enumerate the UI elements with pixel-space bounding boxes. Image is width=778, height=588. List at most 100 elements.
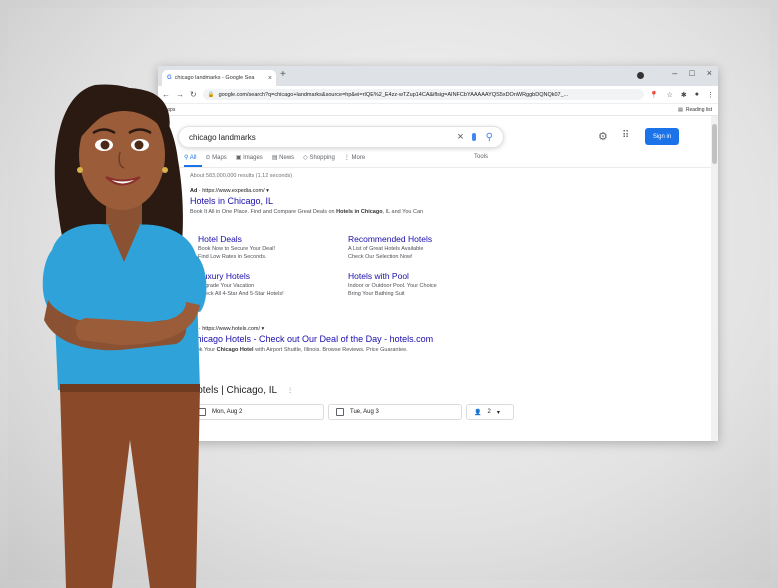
tab-maps-label: Maps	[212, 155, 227, 161]
search-icon[interactable]: ⚲	[486, 132, 493, 143]
tab-shopping-label: Shopping	[309, 155, 335, 161]
tabs-divider	[178, 167, 711, 168]
tab-shopping[interactable]: ◇ Shopping	[303, 154, 335, 161]
ad-label: Ad	[190, 326, 198, 332]
sitelink-line: Upgrade Your Vacation	[198, 283, 255, 289]
clear-search-icon[interactable]: ×	[457, 131, 463, 143]
ad-label: Ad	[190, 188, 198, 194]
ad-title-link[interactable]: Hotels in Chicago, IL	[190, 196, 690, 206]
guests-selector[interactable]: 👤 2 ▾	[466, 404, 514, 420]
tab-more[interactable]: ⋮ More	[344, 154, 365, 161]
ad-sitelinks: Hotel Deals Book Now to Secure Your Deal…	[198, 234, 578, 297]
check-out-date-picker[interactable]: Tue, Aug 3	[328, 404, 462, 420]
url-text: google.com/search?q=chicago+landmarks&so…	[218, 91, 569, 98]
scrollbar-thumb[interactable]	[712, 124, 717, 164]
tab-all-label: All	[189, 155, 197, 161]
ad-desc-text: Book Your	[190, 347, 217, 353]
search-tabs: ⚲ All ⊙ Maps ▣ Images ▤ News ◇ Shopping …	[184, 154, 365, 161]
ad-title-link[interactable]: Chicago Hotels - Check out Our Deal of t…	[190, 334, 690, 344]
google-apps-grid-icon[interactable]: ⠿	[622, 130, 629, 141]
ad-description: Book It All in One Place. Find and Compa…	[190, 209, 690, 215]
reading-list-button[interactable]: ▤ Reading list	[678, 107, 712, 113]
ad-desc-text-end: with Airport Shuttle, Illinois. Browse R…	[253, 347, 408, 353]
location-icon[interactable]: 📍	[650, 91, 659, 99]
sitelink-line: Book Now to Secure Your Deal!	[198, 246, 276, 252]
tab-news-label: News	[279, 155, 295, 161]
caret-down-icon[interactable]: ▾	[262, 326, 265, 332]
tab-more-label: More	[351, 155, 366, 161]
search-input[interactable]: chicago landmarks × ⚲	[178, 126, 504, 148]
calendar-icon	[198, 408, 206, 416]
sitelink: Hotels with Pool Indoor or Outdoor Pool.…	[348, 271, 498, 297]
reading-list-label: Reading list	[685, 106, 712, 113]
sign-in-button[interactable]: Sign in	[645, 128, 679, 145]
ad-desc-text: Book It All in One Place. Find and Compa…	[190, 209, 337, 215]
sitelink-line: Check Our Selection Now!	[348, 254, 413, 260]
check-in-date-picker[interactable]: Mon, Aug 2	[190, 404, 324, 420]
reload-icon[interactable]: ↻	[190, 90, 197, 99]
tab-bar: G chicago landmarks - Google Sea × + – □…	[158, 66, 718, 86]
ad-desc-bold: Chicago Hotel	[216, 347, 254, 353]
check-in-date: Mon, Aug 2	[212, 409, 243, 415]
bookmark-star-icon[interactable]: ☆	[667, 91, 673, 99]
info-icon[interactable]: ⋮	[287, 387, 293, 394]
settings-gear-icon[interactable]: ⚙	[598, 130, 608, 143]
close-window-button[interactable]: ×	[707, 68, 712, 78]
window-controls: – □ ×	[672, 68, 712, 78]
lock-icon: 🔒	[207, 91, 215, 98]
sitelink: Hotel Deals Book Now to Secure Your Deal…	[198, 234, 348, 260]
ad-description: Book Your Chicago Hotel with Airport Shu…	[190, 347, 690, 353]
hotels-heading-text: Hotels | Chicago, IL	[190, 385, 278, 396]
ad-url-line: Ad · https://www.hotels.com/ ▾	[190, 326, 265, 332]
new-tab-button[interactable]: +	[280, 69, 286, 80]
browser-window: G chicago landmarks - Google Sea × + – □…	[158, 66, 718, 441]
ad-url-line: Ad · https://www.expedia.com/ ▾	[190, 188, 269, 194]
apps-shortcut[interactable]: Apps	[164, 107, 175, 113]
hotels-heading: Hotels | Chicago, IL ⋮	[190, 385, 293, 396]
tab-title: chicago landmarks - Google Sea	[174, 75, 255, 81]
profile-indicator-icon[interactable]	[637, 72, 644, 79]
ad-desc-text-end: , IL and You Can	[382, 209, 424, 215]
sitelink-line: A List of Great Hotels Available	[348, 246, 424, 252]
ad-result-expedia: Ad · https://www.expedia.com/ ▾ Hotels i…	[190, 188, 690, 215]
guest-count: 2	[487, 409, 491, 415]
tab-images-label: Images	[243, 155, 263, 161]
person-icon: 👤	[474, 409, 482, 416]
ad-desc-bold: Hotels in Chicago	[336, 209, 383, 215]
browser-tab[interactable]: G chicago landmarks - Google Sea ×	[162, 70, 276, 86]
browser-toolbar: ← → ↻ 🔒 google.com/search?q=chicago+land…	[158, 86, 718, 104]
maximize-button[interactable]: □	[689, 68, 694, 78]
microphone-icon[interactable]	[471, 133, 476, 141]
menu-kebab-icon[interactable]: ⋮	[707, 91, 714, 99]
tools-button[interactable]: Tools	[474, 154, 488, 160]
ad-url[interactable]: https://www.expedia.com/	[202, 188, 264, 194]
google-favicon-icon: G	[167, 75, 172, 81]
minimize-button[interactable]: –	[672, 68, 677, 78]
tab-all[interactable]: ⚲ All	[184, 154, 196, 161]
result-stats: About 583,000,000 results (1.12 seconds)	[190, 173, 293, 179]
tab-close-icon[interactable]: ×	[268, 75, 272, 82]
sitelink-title[interactable]: Hotels with Pool	[348, 271, 498, 281]
search-query: chicago landmarks	[189, 132, 256, 142]
sitelink-line: Check All 4-Star And 5-Star Hotels!	[198, 291, 284, 297]
back-icon[interactable]: ←	[162, 90, 170, 99]
tab-images[interactable]: ▣ Images	[236, 154, 263, 161]
extensions-icon[interactable]: ✱	[681, 91, 687, 99]
bookmarks-bar: Apps ▤ Reading list	[158, 104, 718, 116]
sitelink-title[interactable]: Luxury Hotels	[198, 271, 348, 281]
forward-icon[interactable]: →	[176, 90, 184, 99]
check-out-date: Tue, Aug 3	[350, 409, 379, 415]
ad-url[interactable]: https://www.hotels.com/	[202, 326, 260, 332]
search-results-page: chicago landmarks × ⚲ ⚙ ⠿ Sign in ⚲ All …	[158, 116, 718, 441]
sitelink-line: Bring Your Bathing Suit	[348, 291, 405, 297]
address-bar[interactable]: 🔒 google.com/search?q=chicago+landmarks&…	[202, 89, 644, 100]
caret-down-icon[interactable]: ▾	[266, 188, 269, 194]
sitelink: Recommended Hotels A List of Great Hotel…	[348, 234, 498, 260]
profile-icon[interactable]: ●	[695, 91, 699, 99]
tab-maps[interactable]: ⊙ Maps	[205, 154, 226, 161]
page-scrollbar[interactable]	[711, 116, 718, 441]
sitelink-title[interactable]: Recommended Hotels	[348, 234, 498, 244]
tab-news[interactable]: ▤ News	[272, 154, 294, 161]
sitelink-title[interactable]: Hotel Deals	[198, 234, 348, 244]
toolbar-icons: 📍 ☆ ✱ ● ⋮	[650, 91, 714, 99]
